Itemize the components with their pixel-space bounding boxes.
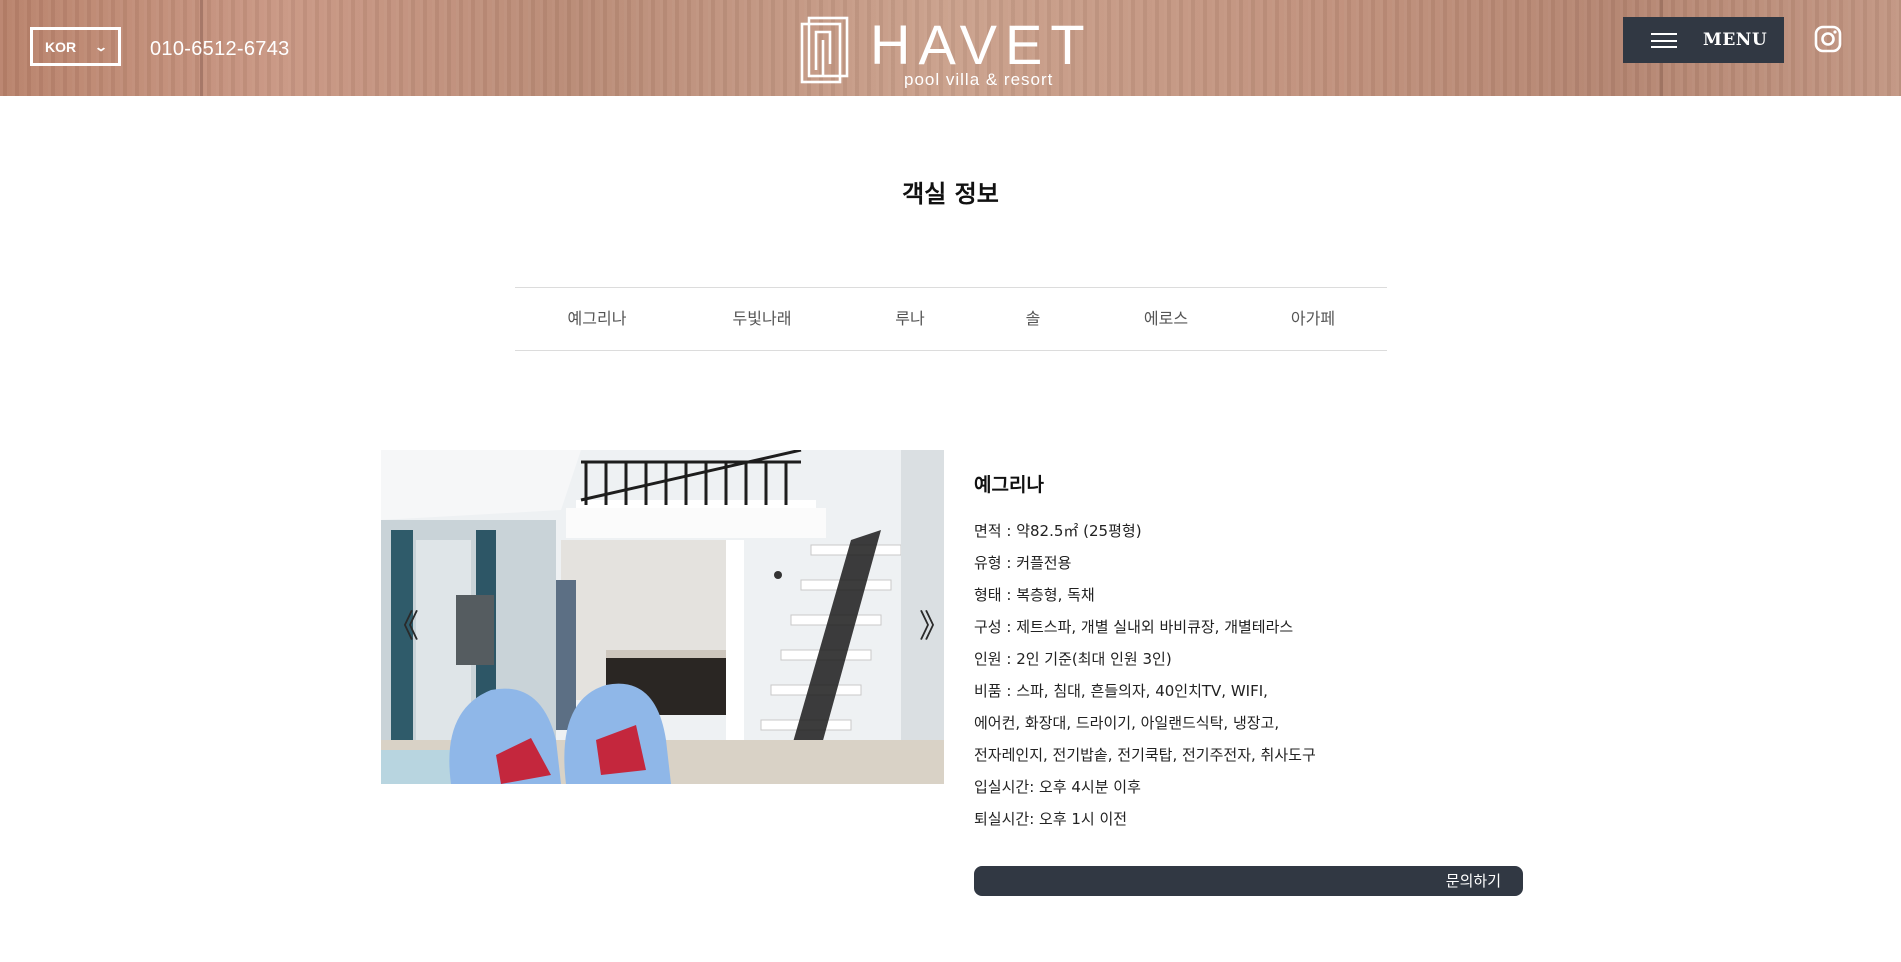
language-value: KOR [45, 38, 77, 55]
room-tabs: 예그리나 두빛나래 루나 솔 에로스 아가페 [515, 287, 1387, 351]
menu-button[interactable]: MENU [1623, 17, 1784, 63]
logo-mark-icon: HAVET pool villa & resort [800, 13, 1093, 89]
detail-line: 유형 : 커플전용 [974, 554, 1072, 572]
inquiry-button[interactable]: 문의하기 [974, 866, 1523, 896]
page-title: 객실 정보 [902, 180, 999, 208]
menu-label: MENU [1703, 30, 1768, 50]
detail-line: 에어컨, 화장대, 드라이기, 아일랜드식탁, 냉장고, [974, 714, 1280, 732]
detail-line: 인원 : 2인 기준(최대 인원 3인) [974, 650, 1172, 668]
instagram-icon[interactable] [1814, 25, 1842, 53]
tab-room-6[interactable]: 아가페 [1291, 288, 1335, 350]
tab-room-4[interactable]: 솔 [1026, 288, 1041, 350]
carousel-prev-button[interactable]: 《 [387, 610, 419, 642]
room-name: 예그리나 [974, 474, 1044, 496]
hamburger-icon [1651, 33, 1677, 48]
tab-room-3[interactable]: 루나 [895, 288, 924, 350]
detail-line: 입실시간: 오후 4시분 이후 [974, 778, 1141, 796]
tab-room-2[interactable]: 두빛나래 [733, 288, 792, 350]
tab-room-1[interactable]: 예그리나 [568, 288, 627, 350]
svg-text:HAVET: HAVET [870, 14, 1093, 76]
site-header: KOR ⌄ 010-6512-6743 HAVET pool villa & r… [0, 0, 1901, 96]
tab-room-5[interactable]: 에로스 [1144, 288, 1188, 350]
detail-line: 전자레인지, 전기밥솥, 전기쿡탑, 전기주전자, 취사도구 [974, 746, 1316, 764]
phone-number[interactable]: 010-6512-6743 [150, 38, 290, 61]
carousel-next-button[interactable]: 》 [919, 610, 951, 642]
detail-line: 면적 : 약82.5㎡ (25평형) [974, 522, 1142, 540]
svg-text:pool villa & resort: pool villa & resort [904, 70, 1053, 88]
havet-logo[interactable]: HAVET pool villa & resort [800, 13, 1105, 89]
room-photo [381, 450, 944, 784]
room-details: 면적 : 약82.5㎡ (25평형) 유형 : 커플전용 형태 : 복층형, 독… [974, 518, 1316, 838]
detail-line: 비품 : 스파, 침대, 흔들의자, 40인치TV, WIFI, [974, 682, 1268, 700]
detail-line: 퇴실시간: 오후 1시 이전 [974, 810, 1128, 828]
language-select[interactable]: KOR ⌄ [30, 27, 121, 66]
detail-line: 구성 : 제트스파, 개별 실내외 바비큐장, 개별테라스 [974, 618, 1294, 636]
chevron-down-icon: ⌄ [93, 39, 109, 54]
detail-line: 형태 : 복층형, 독채 [974, 586, 1095, 604]
